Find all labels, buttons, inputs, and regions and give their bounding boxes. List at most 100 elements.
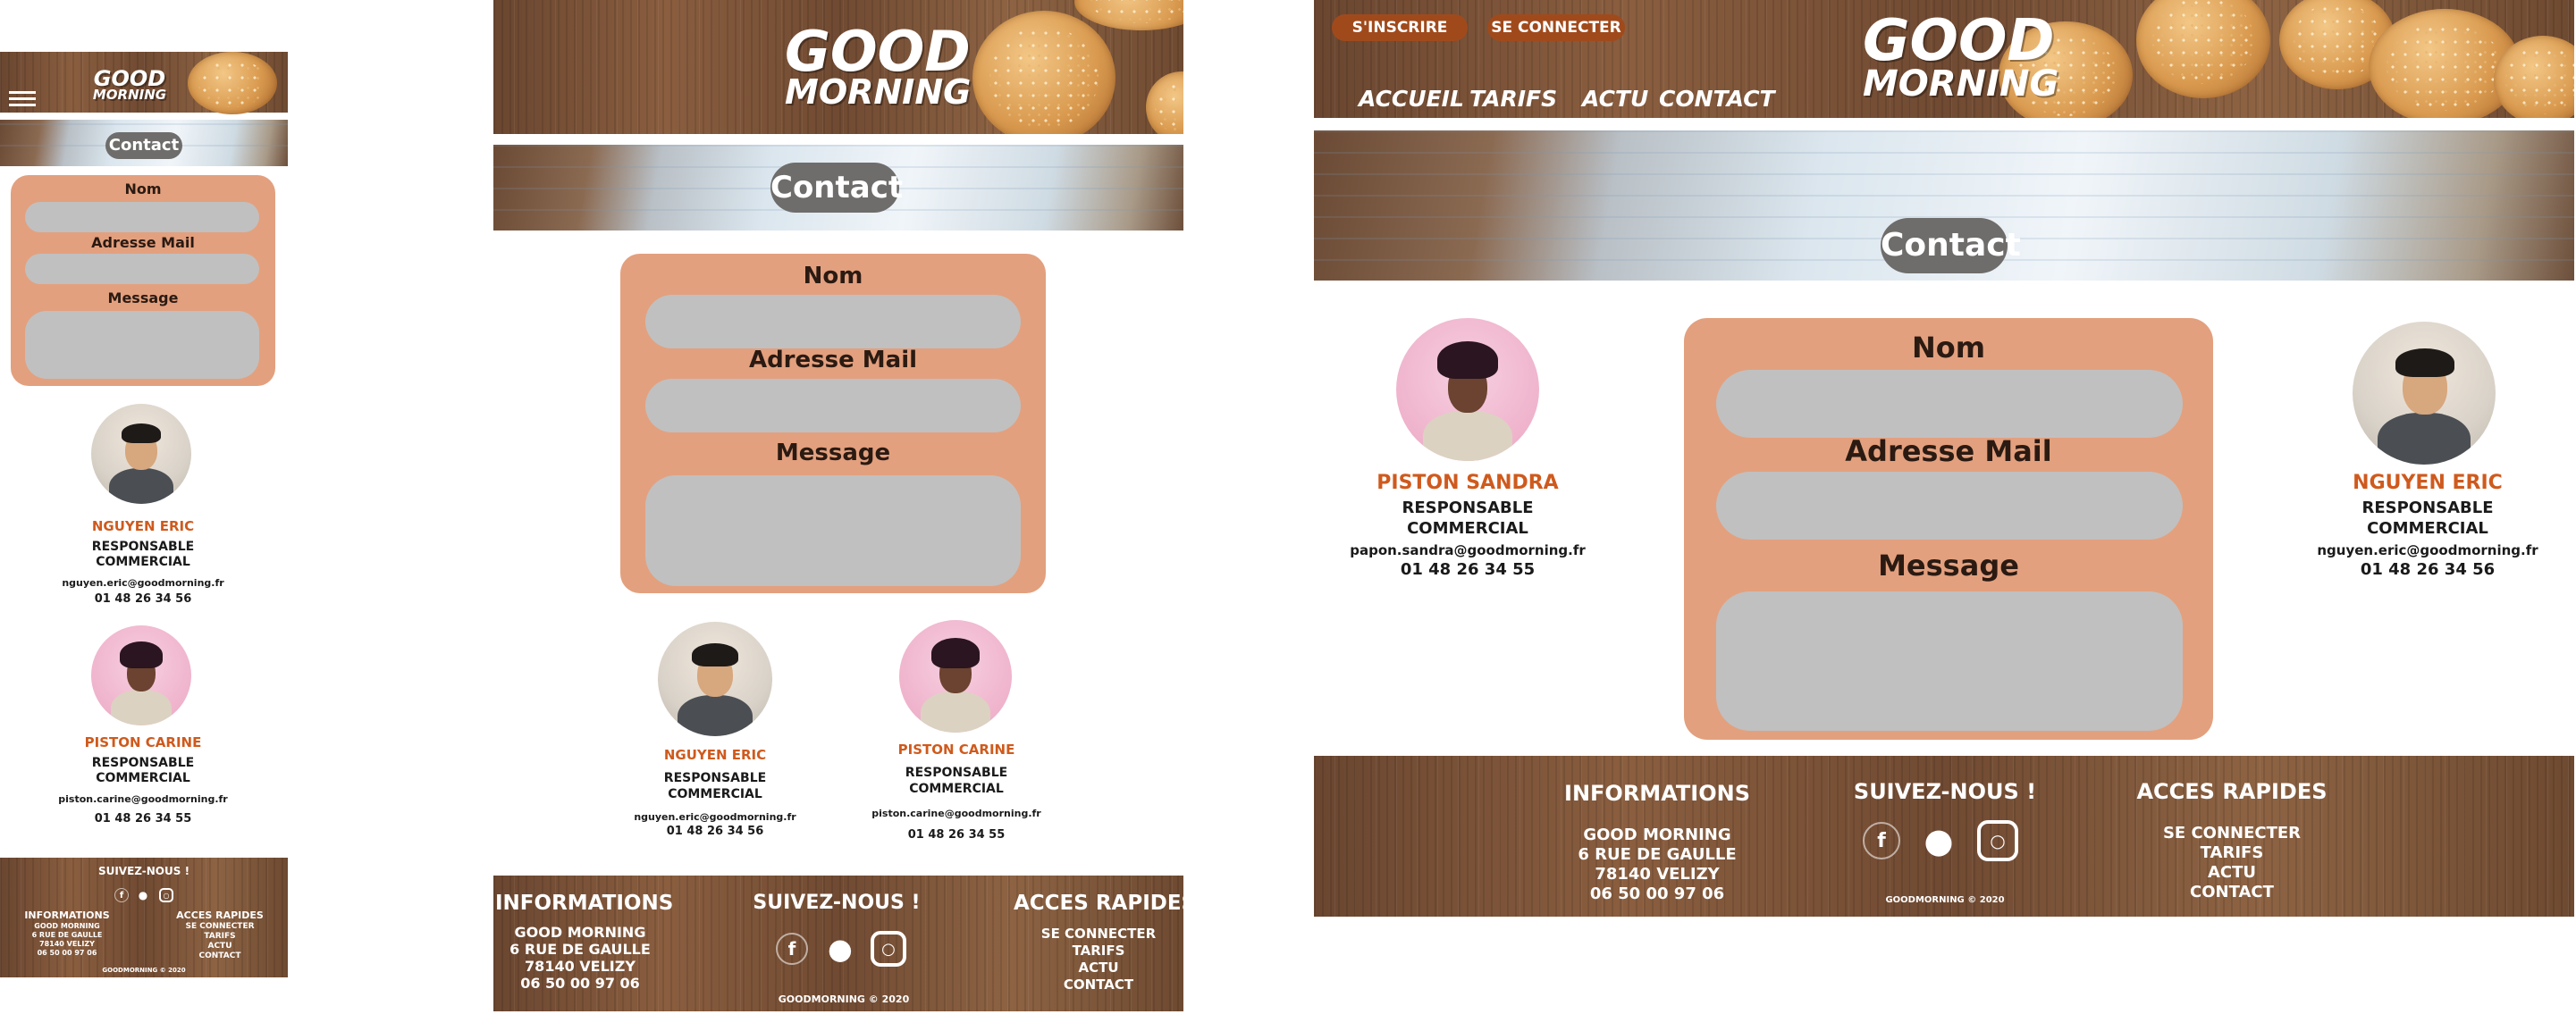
follow-title: SUIVEZ-NOUS ! <box>97 865 190 877</box>
contact-role: RESPONSABLE COMMERCIAL <box>91 756 195 785</box>
page-title: Contact <box>105 132 182 159</box>
message-label: Message <box>107 289 179 306</box>
mobile-footer: SUIVEZ-NOUS ! f ● ○ INFORMATIONS GOOD MO… <box>0 858 288 977</box>
desktop-footer: INFORMATIONS GOOD MORNING 6 RUE DE GAULL… <box>1314 756 2574 917</box>
facebook-icon[interactable]: f <box>776 933 808 965</box>
quick-link-actu[interactable]: ACTU <box>2129 863 2335 882</box>
bread-image <box>188 52 277 114</box>
logo[interactable]: GOOD MORNING <box>1863 8 2059 105</box>
contact-phone: 01 48 26 34 56 <box>2360 560 2496 579</box>
signup-button[interactable]: S'INSCRIRE <box>1332 14 1468 41</box>
contact-phone: 01 48 26 34 55 <box>907 828 1006 842</box>
quick-link-login[interactable]: SE CONNECTER <box>2129 824 2335 842</box>
snapchat-icon[interactable]: ● <box>822 931 858 967</box>
contact-role: RESPONSABLE COMMERCIAL <box>1402 499 1534 538</box>
quick-link-login[interactable]: SE CONNECTER <box>166 922 274 931</box>
avatar-hair <box>692 643 738 666</box>
quick-link-actu[interactable]: ACTU <box>1014 960 1183 976</box>
name-label: Nom <box>124 180 162 197</box>
contact-email[interactable]: papon.sandra@goodmorning.fr <box>1338 542 1597 558</box>
tablet-footer: INFORMATIONS GOOD MORNING 6 RUE DE GAULL… <box>493 876 1197 1011</box>
email-input[interactable] <box>645 379 1021 432</box>
logo-line2: MORNING <box>1863 63 2059 105</box>
quick-title: ACCES RAPIDES <box>1014 892 1197 915</box>
email-label: Adresse Mail <box>91 234 195 251</box>
copyright: GOODMORNING © 2020 <box>102 967 186 974</box>
follow-title: SUIVEZ-NOUS ! <box>1853 779 2037 804</box>
quick-title: ACCES RAPIDES <box>2136 779 2328 804</box>
contact-role: RESPONSABLE COMMERCIAL <box>91 540 195 569</box>
info-line: 78140 VELIZY <box>39 940 95 948</box>
nav-tarifs[interactable]: TARIFS <box>1469 86 1557 112</box>
copyright: GOODMORNING © 2020 <box>1885 895 2005 905</box>
info-line: GOOD MORNING <box>34 922 100 930</box>
info-line: 06 50 00 97 06 <box>1589 884 1725 903</box>
email-input[interactable] <box>25 254 259 284</box>
name-label: Nom <box>803 263 863 289</box>
avatar-body <box>1423 411 1512 461</box>
quick-link-contact[interactable]: CONTACT <box>1014 977 1183 993</box>
facebook-icon[interactable]: f <box>114 888 129 902</box>
logo-line1: GOOD <box>1863 8 2055 74</box>
contact-email[interactable]: piston.carine@goodmorning.fr <box>36 793 250 805</box>
name-input[interactable] <box>25 202 259 232</box>
info-line: 6 RUE DE GAULLE <box>31 931 103 939</box>
quick-link-contact[interactable]: CONTACT <box>2129 883 2335 901</box>
page-title: Contact <box>1881 218 2021 273</box>
contact-email[interactable]: piston.carine@goodmorning.fr <box>858 808 1055 819</box>
info-line: 6 RUE DE GAULLE <box>509 941 651 958</box>
avatar-eric <box>91 404 191 504</box>
avatar-carine <box>899 620 1012 733</box>
avatar-body <box>921 692 990 733</box>
nav-actu[interactable]: ACTU <box>1582 86 1648 112</box>
nav-home[interactable]: ACCUEIL <box>1359 86 1464 112</box>
contact-phone: 01 48 26 34 55 <box>94 812 192 826</box>
copyright: GOODMORNING © 2020 <box>778 993 910 1005</box>
contact-card-eric: NGUYEN ERIC RESPONSABLE COMMERCIAL nguye… <box>617 747 813 838</box>
message-textarea[interactable] <box>25 311 259 379</box>
instagram-icon[interactable]: ○ <box>871 931 906 967</box>
name-input[interactable] <box>645 295 1021 348</box>
avatar-hair <box>122 423 161 443</box>
contact-name: PISTON CARINE <box>84 734 202 750</box>
info-title: INFORMATIONS <box>24 909 110 921</box>
avatar-body <box>2378 413 2471 465</box>
info-line: 06 50 00 97 06 <box>37 949 97 957</box>
bread-image <box>1074 0 1183 30</box>
quick-link-tarifs[interactable]: TARIFS <box>166 932 274 941</box>
message-textarea[interactable] <box>645 475 1021 586</box>
info-line: 78140 VELIZY <box>1595 865 1720 884</box>
quick-link-tarifs[interactable]: TARIFS <box>2129 843 2335 862</box>
quick-link-tarifs[interactable]: TARIFS <box>1014 943 1183 959</box>
info-line: 06 50 00 97 06 <box>520 975 640 992</box>
logo[interactable]: GOOD MORNING <box>785 24 971 109</box>
email-input[interactable] <box>1716 472 2183 540</box>
name-input[interactable] <box>1716 370 2183 438</box>
tablet-banner: Contact <box>493 145 1183 231</box>
instagram-icon[interactable]: ○ <box>159 888 173 902</box>
instagram-icon[interactable]: ○ <box>1977 820 2018 861</box>
quick-link-login[interactable]: SE CONNECTER <box>1014 926 1183 942</box>
message-textarea[interactable] <box>1716 591 2183 731</box>
logo-line2: MORNING <box>92 86 167 103</box>
bread-image <box>1146 71 1183 134</box>
login-button[interactable]: SE CONNECTER <box>1487 14 1625 41</box>
quick-link-contact[interactable]: CONTACT <box>166 951 274 960</box>
contact-form: Nom Adresse Mail Message <box>1684 318 2213 740</box>
contact-email[interactable]: nguyen.eric@goodmorning.fr <box>617 811 813 823</box>
snapchat-icon[interactable]: ● <box>1918 820 1959 861</box>
facebook-icon[interactable]: f <box>1863 822 1900 859</box>
snapchat-icon[interactable]: ● <box>136 888 150 902</box>
info-title: INFORMATIONS <box>1564 781 1750 806</box>
info-title: INFORMATIONS <box>495 892 674 915</box>
contact-name: NGUYEN ERIC <box>2353 472 2503 494</box>
email-label: Adresse Mail <box>1845 434 2052 468</box>
quick-link-actu[interactable]: ACTU <box>166 942 274 951</box>
logo[interactable]: GOOD MORNING <box>89 68 170 103</box>
contact-email[interactable]: nguyen.eric@goodmorning.fr <box>2294 542 2562 558</box>
contact-name: PISTON CARINE <box>897 742 1015 758</box>
contact-name: PISTON SANDRA <box>1376 472 1559 494</box>
hamburger-menu-icon[interactable] <box>9 91 36 107</box>
contact-email[interactable]: nguyen.eric@goodmorning.fr <box>36 577 250 589</box>
nav-contact[interactable]: CONTACT <box>1659 86 1775 112</box>
